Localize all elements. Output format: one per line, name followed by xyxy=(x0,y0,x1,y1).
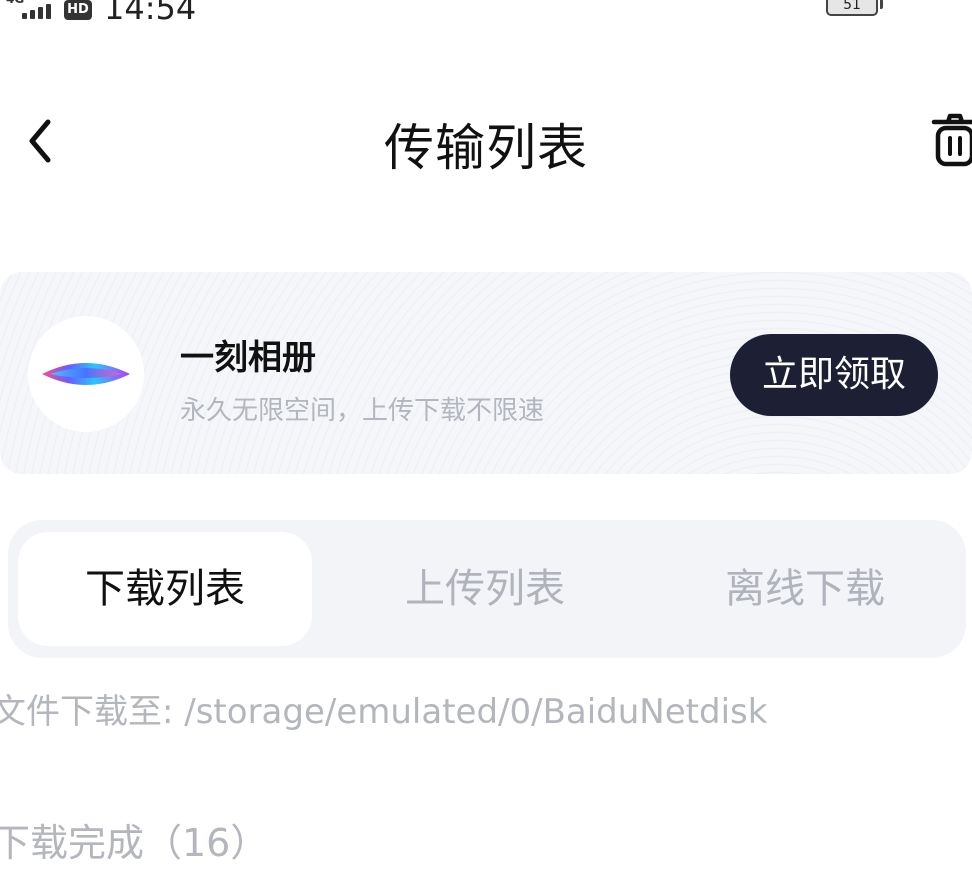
hd-voice-badge: HD xyxy=(64,0,92,20)
tab-upload-list[interactable]: 上传列表 xyxy=(338,532,632,646)
clear-records-button[interactable] xyxy=(930,112,972,168)
yike-album-logo-icon xyxy=(28,316,144,432)
transfer-tabs: 下载列表 上传列表 离线下载 xyxy=(8,520,966,658)
tab-offline-download[interactable]: 离线下载 xyxy=(658,532,952,646)
status-time: 14:54 xyxy=(104,0,197,27)
download-path-label: 文件下载至: /storage/emulated/0/BaiduNetdisk xyxy=(0,692,768,732)
battery-icon: 51 xyxy=(826,0,878,16)
battery-tip xyxy=(880,0,883,9)
logo-swoosh xyxy=(42,363,130,385)
trash-icon xyxy=(931,113,972,167)
completed-section-header[interactable]: 下载完成（16） xyxy=(0,812,268,867)
app-screen: 4G HD 14:54 51 传输列表 xyxy=(0,0,972,886)
page-title: 传输列表 xyxy=(384,119,588,177)
tab-download-list[interactable]: 下载列表 xyxy=(18,532,312,646)
promo-title: 一刻相册 xyxy=(180,338,316,378)
claim-now-button[interactable]: 立即领取 xyxy=(730,334,938,416)
battery-level: 51 xyxy=(843,0,861,13)
promo-subtitle: 永久无限空间，上传下载不限速 xyxy=(180,396,545,426)
signal-strength-icon xyxy=(22,4,51,19)
status-bar: 4G HD 14:54 51 xyxy=(0,0,972,30)
promo-banner[interactable]: 一刻相册 永久无限空间，上传下载不限速 立即领取 xyxy=(0,272,972,474)
